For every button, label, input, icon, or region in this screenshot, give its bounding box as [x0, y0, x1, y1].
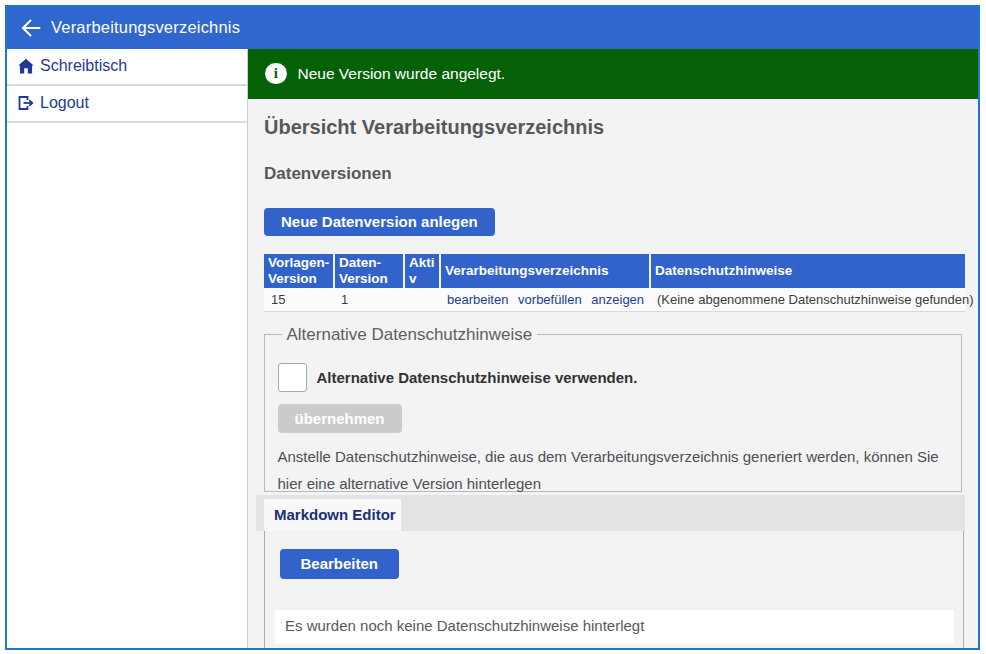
app-window: Verarbeitungsverzeichnis Schreibtisch Lo… — [5, 5, 980, 650]
uebernehmen-button[interactable]: übernehmen — [278, 404, 402, 433]
col-vorlagen-version: Vorlagen-Version — [264, 254, 334, 288]
markdown-editor-tabs: Markdown Editor Bearbeiten Es wurden noc… — [256, 495, 965, 648]
cell-daten-version: 1 — [334, 288, 404, 312]
new-dataversion-button[interactable]: Neue Datenversion anlegen — [264, 208, 495, 236]
col-daten-version: Daten-Version — [334, 254, 404, 288]
anzeigen-link[interactable]: anzeigen — [591, 292, 644, 307]
table-row: 15 1 bearbeiten vorbefüllen anzeigen (Ke… — [264, 288, 965, 312]
versions-table: Vorlagen-Version Daten-Version Aktiv Ver… — [264, 254, 965, 312]
alternative-datenschutzhinweise-fieldset: Alternative Datenschutzhinweise Alternat… — [264, 325, 962, 493]
markdown-empty-text: Es wurden noch keine Datenschutzhinweise… — [275, 610, 954, 644]
col-verarbeitungsverzeichnis: Verarbeitungsverzeichnis — [440, 254, 650, 288]
cell-vorlagen-version: 15 — [264, 288, 334, 312]
sidebar-item-logout[interactable]: Logout — [7, 86, 247, 123]
col-datenschutzhinweise: Datenschutzhinweise — [650, 254, 965, 288]
alternative-checkbox[interactable] — [278, 363, 307, 392]
page-title: Verarbeitungsverzeichnis — [51, 18, 240, 37]
table-header-row: Vorlagen-Version Daten-Version Aktiv Ver… — [264, 254, 965, 288]
success-alert: i Neue Version wurde angelegt. — [248, 49, 978, 99]
sidebar: Schreibtisch Logout — [7, 49, 248, 649]
sidebar-item-schreibtisch[interactable]: Schreibtisch — [7, 49, 247, 86]
main-area: i Neue Version wurde angelegt. Übersicht… — [248, 49, 978, 649]
info-icon: i — [265, 63, 287, 85]
checkbox-label: Alternative Datenschutzhinweise verwende… — [317, 369, 638, 386]
topbar: Verarbeitungsverzeichnis — [7, 7, 978, 49]
fieldset-legend: Alternative Datenschutzhinweise — [282, 325, 538, 345]
alert-message: Neue Version wurde angelegt. — [298, 65, 506, 83]
section-heading-datenversionen: Datenversionen — [264, 164, 978, 184]
markdown-editor-panel: Bearbeiten Es wurden noch keine Datensch… — [264, 531, 964, 648]
alternative-description: Anstelle Datenschutzhinweise, die aus de… — [278, 443, 958, 497]
tab-strip: Markdown Editor — [256, 495, 965, 531]
vorbefuellen-link[interactable]: vorbefüllen — [518, 292, 582, 307]
home-icon — [18, 58, 34, 74]
page-heading: Übersicht Verarbeitungsverzeichnis — [264, 116, 978, 139]
bearbeiten-link[interactable]: bearbeiten — [447, 292, 508, 307]
bearbeiten-button[interactable]: Bearbeiten — [280, 549, 400, 579]
cell-actions: bearbeiten vorbefüllen anzeigen — [440, 288, 650, 312]
sidebar-item-label: Schreibtisch — [40, 57, 127, 75]
col-aktiv: Aktiv — [404, 254, 440, 288]
sidebar-item-label: Logout — [40, 94, 89, 112]
cell-aktiv — [404, 288, 440, 312]
tab-markdown-editor[interactable]: Markdown Editor — [264, 499, 401, 532]
logout-icon — [18, 95, 34, 111]
back-arrow-icon[interactable] — [20, 17, 42, 39]
cell-datenschutzhinweise: (Keine abgenommene Datenschutzhinweise g… — [650, 288, 965, 312]
